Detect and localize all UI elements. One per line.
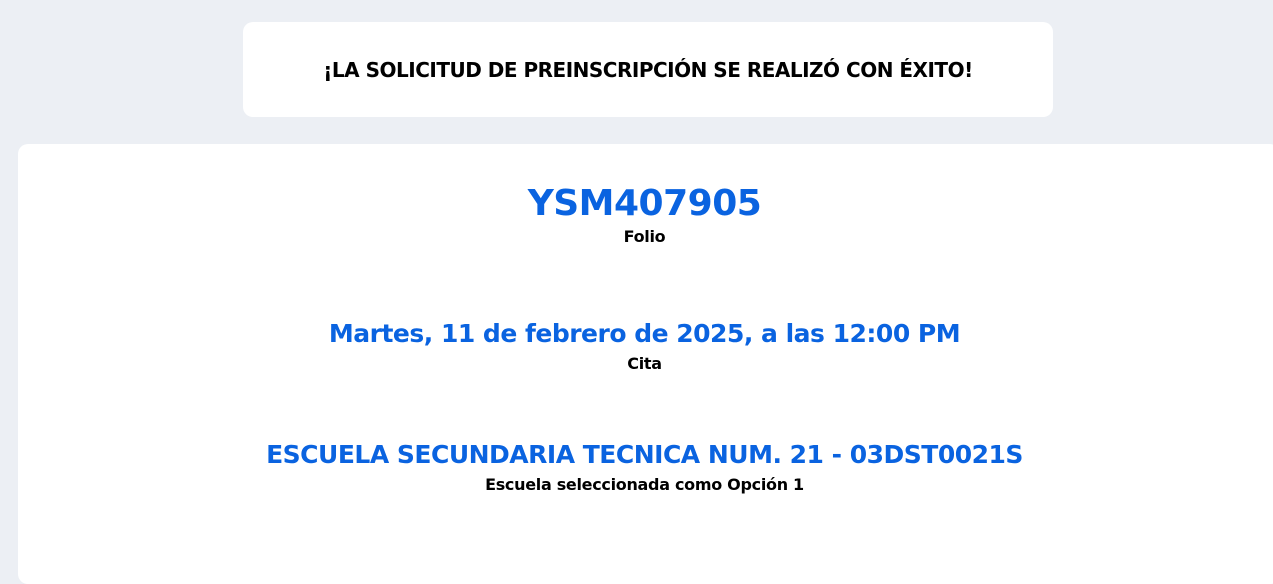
school-label: Escuela seleccionada como Opción 1: [485, 475, 804, 494]
appointment-value: Martes, 11 de febrero de 2025, a las 12:…: [328, 319, 961, 348]
school-section: ESCUELA SECUNDARIA TECNICA NUM. 21 - 03D…: [18, 438, 1271, 496]
folio-value: YSM407905: [527, 183, 762, 224]
folio-label: Folio: [623, 227, 666, 246]
appointment-section: Martes, 11 de febrero de 2025, a las 12:…: [18, 317, 1271, 375]
success-banner: ¡LA SOLICITUD DE PREINSCRIPCIÓN SE REALI…: [243, 22, 1053, 117]
appointment-label: Cita: [627, 354, 662, 373]
result-card: YSM407905 Folio Martes, 11 de febrero de…: [18, 144, 1273, 584]
folio-section: YSM407905 Folio: [18, 182, 1271, 248]
success-message: ¡LA SOLICITUD DE PREINSCRIPCIÓN SE REALI…: [323, 57, 973, 82]
school-value: ESCUELA SECUNDARIA TECNICA NUM. 21 - 03D…: [266, 440, 1023, 469]
